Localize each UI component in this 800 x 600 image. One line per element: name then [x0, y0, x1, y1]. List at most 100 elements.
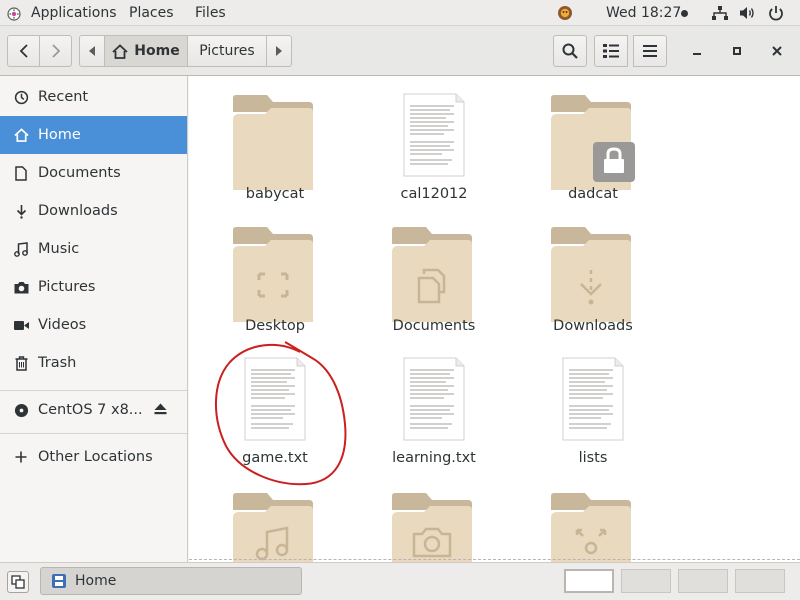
places-menu[interactable]: Places — [129, 0, 174, 26]
folder-item[interactable]: babycat — [200, 78, 350, 208]
sidebar-item-label: CentOS 7 x8... — [38, 402, 143, 418]
sidebar-item-documents[interactable]: Documents — [0, 154, 187, 192]
item-label: Desktop — [245, 318, 305, 334]
folder-documents-icon — [388, 222, 480, 322]
item-label: Documents — [392, 318, 476, 334]
search-button[interactable] — [553, 35, 587, 67]
path-pictures-button[interactable]: Pictures — [187, 35, 267, 67]
item-label: babycat — [245, 186, 305, 202]
sidebar-item-trash[interactable]: Trash — [0, 344, 187, 382]
network-icon[interactable] — [712, 6, 728, 20]
volume-icon[interactable] — [740, 6, 756, 20]
workspace-3[interactable] — [678, 569, 728, 593]
folder-desktop-icon — [229, 222, 321, 322]
workspace-2[interactable] — [621, 569, 671, 593]
path-home-button[interactable]: Home — [104, 35, 188, 67]
sidebar-item-music[interactable]: Music — [0, 230, 187, 268]
downloads-folder-item[interactable]: Downloads — [518, 210, 668, 340]
locked-folder-item[interactable]: dadcat — [518, 78, 668, 208]
sidebar-item-videos[interactable]: Videos — [0, 306, 187, 344]
maximize-icon — [732, 46, 742, 56]
sidebar-separator — [0, 433, 187, 434]
menu-icon — [643, 45, 657, 57]
show-desktop-button[interactable] — [7, 571, 29, 593]
path-scroll-left[interactable] — [79, 35, 105, 67]
sidebar-item-downloads[interactable]: Downloads — [0, 192, 187, 230]
folder-downloads-icon — [547, 222, 639, 322]
show-desktop-icon — [11, 575, 25, 589]
desktop-folder-item[interactable]: Desktop — [200, 210, 350, 340]
plus-icon — [13, 449, 29, 465]
apps-icon[interactable] — [6, 6, 22, 22]
sidebar-item-label: Home — [38, 127, 81, 143]
text-file-icon — [388, 90, 480, 190]
path-scroll-right[interactable] — [266, 35, 292, 67]
path-home-label: Home — [134, 43, 180, 59]
files-menu[interactable]: Files — [195, 0, 226, 26]
back-button[interactable] — [7, 35, 40, 67]
taskbar-window-label: Home — [75, 573, 117, 589]
music-icon — [13, 241, 29, 257]
back-icon — [19, 44, 29, 58]
weather-icon — [557, 5, 573, 21]
forward-button[interactable] — [39, 35, 72, 67]
folder-shared-icon — [547, 488, 639, 562]
camera-icon — [13, 279, 29, 295]
sidebar-item-label: Music — [38, 241, 80, 257]
sidebar-item-label: Downloads — [38, 203, 118, 219]
bottom-taskbar: Home — [0, 562, 800, 600]
sidebar-item-other-locations[interactable]: Other Locations — [0, 438, 187, 476]
sidebar-item-label: Trash — [38, 355, 77, 371]
close-button[interactable] — [761, 35, 793, 67]
notification-dot — [681, 10, 688, 17]
sidebar: Recent Home Documents Downloads Music Pi… — [0, 76, 188, 562]
top-panel: Applications Places Files Wed 18:27 — [0, 0, 800, 26]
taskbar-window-home[interactable]: Home — [40, 567, 302, 595]
shared-folder-item[interactable] — [518, 476, 668, 562]
maximize-button[interactable] — [721, 35, 753, 67]
text-file-item[interactable]: cal12012 — [359, 78, 509, 208]
item-label: learning.txt — [392, 450, 476, 466]
document-icon — [13, 165, 29, 181]
pictures-folder-item[interactable] — [359, 476, 509, 562]
sidebar-item-label: Videos — [38, 317, 87, 333]
documents-folder-item[interactable]: Documents — [359, 210, 509, 340]
item-label: Downloads — [553, 318, 633, 334]
sidebar-item-pictures[interactable]: Pictures — [0, 268, 187, 306]
menu-button[interactable] — [633, 35, 667, 67]
item-label: lists — [578, 450, 608, 466]
folder-music-icon — [229, 488, 321, 562]
sidebar-item-recent[interactable]: Recent — [0, 78, 187, 116]
close-icon — [772, 46, 782, 56]
text-file-item[interactable]: game.txt — [200, 342, 350, 472]
video-icon — [13, 317, 29, 333]
sidebar-item-device[interactable]: CentOS 7 x8... — [0, 391, 187, 429]
folder-locked-icon — [547, 90, 639, 190]
sidebar-item-label: Pictures — [38, 279, 96, 295]
power-icon[interactable] — [768, 5, 784, 21]
folder-icon — [229, 90, 321, 190]
path-pictures-label: Pictures — [199, 43, 255, 59]
home-icon — [112, 43, 128, 59]
sidebar-item-home[interactable]: Home — [0, 116, 187, 154]
clock[interactable]: Wed 18:27 — [606, 0, 681, 26]
item-label: dadcat — [568, 186, 618, 202]
workspace-4[interactable] — [735, 569, 785, 593]
download-icon — [13, 203, 29, 219]
folder-pictures-icon — [388, 488, 480, 562]
text-file-icon — [547, 354, 639, 454]
header-bar: Home Pictures — [0, 26, 800, 76]
minimize-icon — [692, 46, 702, 56]
minimize-button[interactable] — [681, 35, 713, 67]
disc-icon — [13, 402, 29, 418]
applications-menu[interactable]: Applications — [31, 0, 117, 26]
text-file-item[interactable]: learning.txt — [359, 342, 509, 472]
file-view: babycat cal12012 dadcat Desktop Document… — [189, 76, 800, 562]
music-folder-item[interactable] — [200, 476, 350, 562]
workspace-1[interactable] — [564, 569, 614, 593]
view-list-icon — [603, 44, 619, 58]
eject-icon[interactable] — [154, 403, 167, 415]
rubberband-edge — [189, 559, 800, 560]
text-file-item[interactable]: lists — [518, 342, 668, 472]
view-toggle-button[interactable] — [594, 35, 628, 67]
